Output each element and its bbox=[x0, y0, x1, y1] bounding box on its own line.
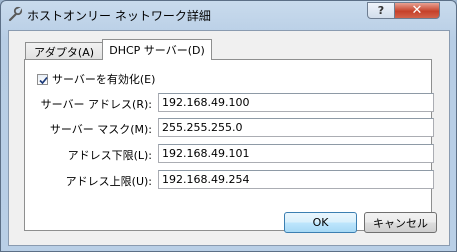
help-button[interactable]: ? bbox=[367, 2, 395, 19]
wrench-icon bbox=[7, 6, 23, 22]
server-address-input[interactable]: 192.168.49.100 bbox=[158, 93, 434, 112]
close-icon: ✕ bbox=[411, 3, 423, 18]
ok-button[interactable]: OK bbox=[284, 212, 357, 233]
server-address-label: サーバー アドレス(R): bbox=[40, 98, 152, 111]
upper-address-bound-label: アドレス上限(U): bbox=[65, 175, 152, 188]
server-mask-label: サーバー マスク(M): bbox=[49, 123, 152, 136]
upper-address-bound-input[interactable]: 192.168.49.254 bbox=[158, 170, 434, 189]
close-button[interactable]: ✕ bbox=[394, 2, 440, 19]
enable-server-label: サーバーを有効化(E) bbox=[52, 73, 156, 86]
enable-server-checkbox[interactable] bbox=[37, 73, 48, 85]
dhcp-panel: サーバーを有効化(E) サーバー アドレス(R): 192.168.49.100… bbox=[24, 59, 434, 231]
lower-address-bound-input[interactable]: 192.168.49.101 bbox=[158, 144, 434, 163]
server-mask-input[interactable]: 255.255.255.0 bbox=[158, 118, 434, 137]
window-title: ホストオンリー ネットワーク詳細 bbox=[27, 9, 211, 23]
tab-dhcp-server[interactable]: DHCP サーバー(D) bbox=[102, 39, 212, 60]
dialog-window: ホストオンリー ネットワーク詳細 ? ✕ アダプタ(A) DHCP サーバー(D… bbox=[0, 0, 457, 252]
checkmark-icon bbox=[39, 76, 48, 84]
lower-address-bound-label: アドレス下限(L): bbox=[67, 149, 152, 162]
tab-adapter[interactable]: アダプタ(A) bbox=[25, 42, 103, 60]
enable-server-option[interactable]: サーバーを有効化(E) bbox=[37, 71, 155, 87]
help-icon: ? bbox=[377, 4, 385, 17]
title-bar[interactable]: ホストオンリー ネットワーク詳細 ? ✕ bbox=[1, 1, 456, 29]
dialog-body: アダプタ(A) DHCP サーバー(D) サーバーを有効化(E) サーバー アド… bbox=[8, 30, 450, 246]
cancel-button[interactable]: キャンセル bbox=[364, 212, 437, 233]
